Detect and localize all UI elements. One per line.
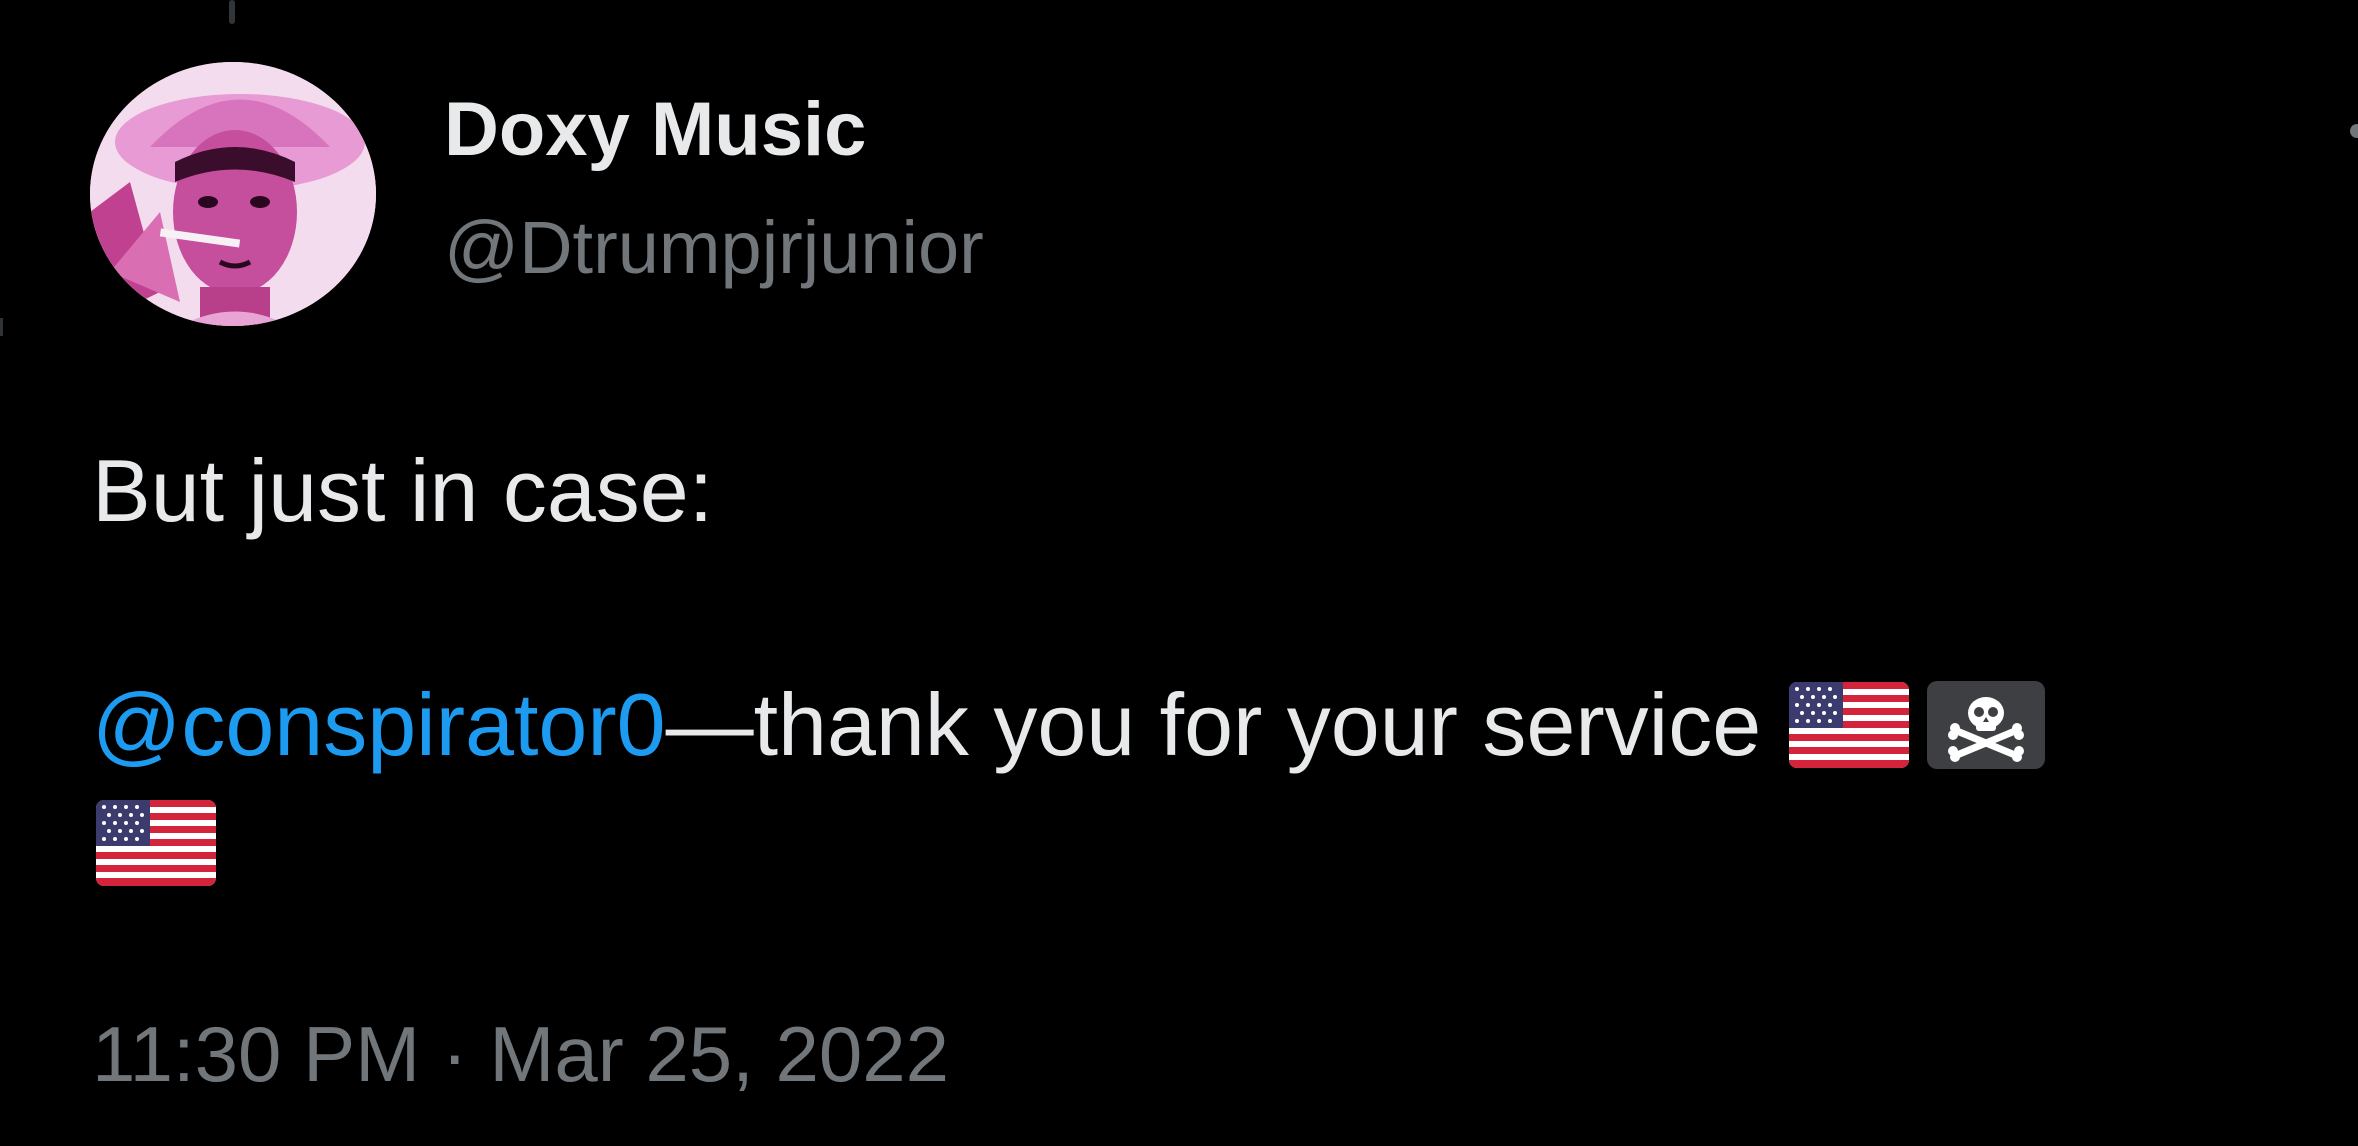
tweet-date: Mar 25, 2022	[489, 1010, 950, 1098]
tweet-text-line	[96, 800, 216, 890]
tweet-text-fragment: —thank you for your service	[665, 675, 1762, 774]
edge-divider	[0, 318, 3, 336]
tweet-text-line: But just in case:	[92, 441, 714, 540]
timestamp-separator: ·	[441, 1010, 468, 1098]
more-options-icon[interactable]	[2350, 124, 2358, 138]
tweet-timestamp[interactable]: 11:30 PM · Mar 25, 2022	[92, 1004, 949, 1104]
mention-link[interactable]: @conspirator0	[92, 670, 666, 780]
tweet-time: 11:30 PM	[92, 1010, 421, 1098]
pirate-flag-icon	[1927, 681, 2046, 769]
avatar[interactable]	[90, 62, 376, 326]
author-handle[interactable]: @Dtrumpjrjunior	[444, 200, 984, 296]
thread-connector-line	[229, 0, 235, 24]
tweet-card[interactable]: Doxy Music @Dtrumpjrjunior But just in c…	[0, 0, 2358, 1146]
author-display-name[interactable]: Doxy Music	[444, 82, 866, 178]
us-flag-icon	[1789, 682, 1910, 768]
tweet-text-line: @conspirator0 —thank you for your servic…	[92, 670, 2046, 780]
us-flag-icon	[96, 800, 216, 886]
avatar-image	[90, 62, 376, 326]
